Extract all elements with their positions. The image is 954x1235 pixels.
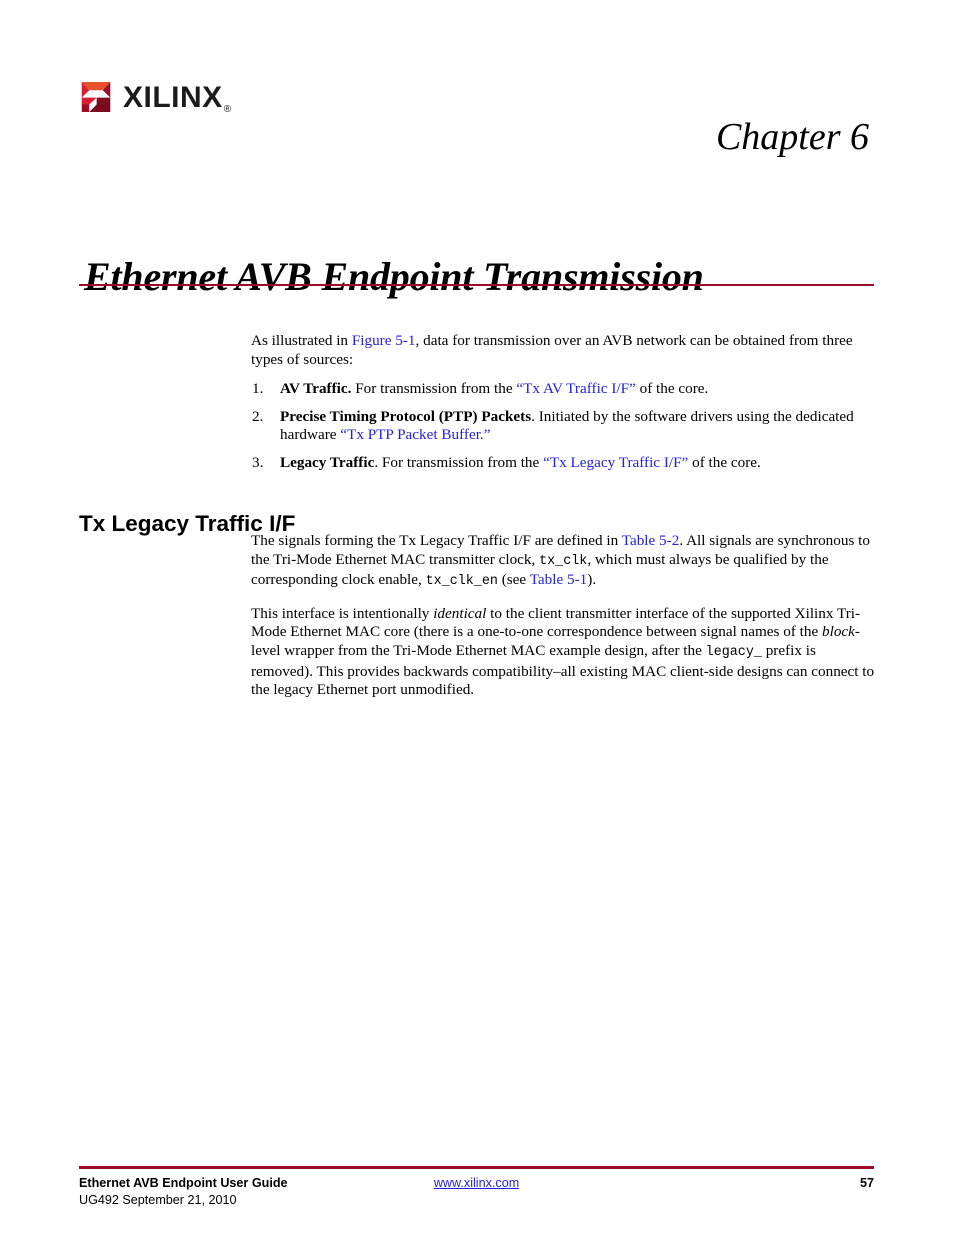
page-footer: Ethernet AVB Endpoint User Guide www.xil… xyxy=(79,1176,874,1207)
registered-trademark-icon: ® xyxy=(223,104,232,115)
source-types-list: 1. AV Traffic. For transmission from the … xyxy=(251,380,873,472)
xilinx-wordmark-text: XILINX xyxy=(123,81,223,114)
sec-p1-s4: (see xyxy=(497,571,530,589)
sec-p1-s5: ). xyxy=(587,571,597,589)
list-item-number: 3. xyxy=(252,453,264,471)
tx-av-traffic-link[interactable]: “Tx AV Traffic I/F” xyxy=(516,380,635,397)
intro-section: As illustrated in Figure 5-1, data for t… xyxy=(251,332,873,482)
sec-p1-s1: The signals forming the Tx Legacy Traffi… xyxy=(251,532,622,549)
footer-row: Ethernet AVB Endpoint User Guide www.xil… xyxy=(79,1176,874,1193)
page-title: Ethernet AVB Endpoint Transmission xyxy=(84,253,704,299)
list-item-text-after: of the core. xyxy=(688,453,761,471)
page-number: 57 xyxy=(859,1176,874,1190)
section-body: The signals forming the Tx Legacy Traffi… xyxy=(251,532,875,709)
xilinx-logo-icon xyxy=(81,82,111,112)
section-paragraph-2: This interface is intentionally identica… xyxy=(251,605,875,700)
emphasis-block: block xyxy=(822,623,855,641)
list-item-text-after: of the core. xyxy=(635,380,709,398)
list-item-lead: AV Traffic. xyxy=(280,380,352,398)
section-paragraph-1: The signals forming the Tx Legacy Traffi… xyxy=(251,532,875,592)
list-item-lead: Legacy Traffic xyxy=(280,453,375,471)
sec-p2-s1: This interface is intentionally xyxy=(251,604,434,622)
list-item-number: 1. xyxy=(252,380,264,398)
xilinx-wordmark: XILINX® xyxy=(123,81,232,115)
list-item-text-before: . For transmission from the xyxy=(374,453,544,471)
list-item-number: 2. xyxy=(252,407,264,425)
table-5-2-link[interactable]: Table 5-2 xyxy=(622,532,680,549)
xilinx-url-link[interactable]: www.xilinx.com xyxy=(79,1176,874,1190)
tx-ptp-packet-buffer-link[interactable]: “Tx PTP Packet Buffer.” xyxy=(340,426,490,443)
list-item-text-before: For transmission from the xyxy=(351,380,517,398)
signal-tx-clk: tx_clk xyxy=(539,553,588,569)
signal-tx-clk-en: tx_clk_en xyxy=(425,574,498,590)
signal-prefix-legacy: legacy_ xyxy=(705,644,762,660)
footer-document-id-date: UG492 September 21, 2010 xyxy=(79,1193,237,1207)
table-5-1-link[interactable]: Table 5-1 xyxy=(530,571,588,588)
intro-text-a: As illustrated in xyxy=(251,332,352,349)
emphasis-identical: identical xyxy=(433,604,487,622)
document-page: XILINX® Chapter 6 Ethernet AVB Endpoint … xyxy=(0,0,954,1235)
list-item: 2. Precise Timing Protocol (PTP) Packets.… xyxy=(251,408,873,445)
list-item: 1. AV Traffic. For transmission from the … xyxy=(251,380,873,399)
list-item: 3. Legacy Traffic. For transmission from … xyxy=(251,454,873,473)
title-divider xyxy=(79,284,874,286)
list-item-lead: Precise Timing Protocol (PTP) Packets xyxy=(280,407,532,425)
figure-xref-link[interactable]: Figure 5-1 xyxy=(352,332,416,349)
intro-paragraph: As illustrated in Figure 5-1, data for t… xyxy=(251,332,873,369)
chapter-label: Chapter 6 xyxy=(715,116,869,158)
footer-divider xyxy=(79,1166,874,1169)
xilinx-logo: XILINX® xyxy=(79,80,232,115)
tx-legacy-traffic-link[interactable]: “Tx Legacy Traffic I/F” xyxy=(543,454,688,471)
